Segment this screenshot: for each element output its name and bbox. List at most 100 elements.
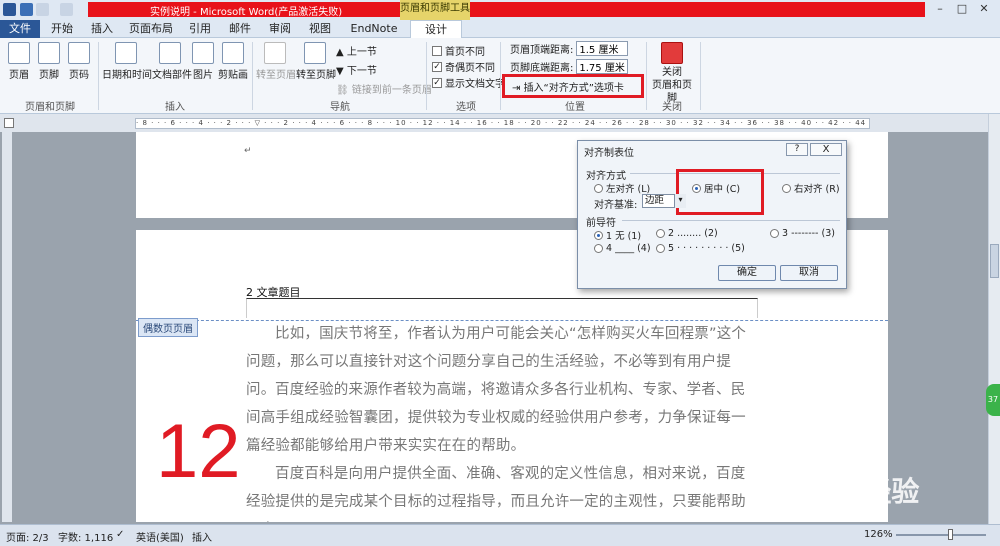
- ribbon-tabs: 文件 开始 插入 页面布局 引用 邮件 审阅 视图 EndNote X7 设计: [0, 20, 1000, 53]
- alignment-section-label: 对齐方式: [586, 171, 626, 182]
- footer-button[interactable]: 页脚: [36, 42, 62, 81]
- vertical-ruler[interactable]: [2, 132, 12, 522]
- side-badge-icon[interactable]: 37: [986, 384, 1000, 416]
- word-app-icon[interactable]: [3, 3, 16, 16]
- zoom-slider-knob[interactable]: [948, 529, 953, 540]
- leader-5-radio[interactable]: 5 · · · · · · · · · (5): [656, 243, 745, 254]
- tab-insert[interactable]: 插入: [84, 20, 120, 38]
- leader-3-radio[interactable]: 3 -------- (3): [770, 228, 835, 239]
- watermark-logo: Bai du 经验: [770, 476, 920, 507]
- doc-parts-button[interactable]: 文档部件: [152, 42, 192, 81]
- goto-footer-icon: [304, 42, 326, 64]
- clipart-icon: [222, 42, 244, 64]
- scroll-thumb[interactable]: [990, 244, 999, 278]
- minimize-icon[interactable]: –: [930, 2, 950, 17]
- close-header-footer-button[interactable]: 关闭 页眉和页脚: [648, 42, 696, 105]
- date-time-button[interactable]: 日期和时间: [102, 42, 152, 81]
- ok-button[interactable]: 确定: [718, 265, 776, 281]
- help-icon[interactable]: ?: [786, 143, 808, 156]
- word-count[interactable]: 字数: 1,116: [58, 529, 113, 544]
- header-top-input[interactable]: [576, 41, 629, 56]
- leader-2-radio[interactable]: 2 ........ (2): [656, 228, 718, 239]
- proofing-icon[interactable]: ✓: [116, 529, 124, 540]
- paragraph-3[interactable]: 百度百科是向用户提供全面、准确、客观的定义性信息，相对来说，百度经验提供的是完成…: [246, 460, 758, 522]
- group-label-navigation: 导航: [330, 102, 350, 113]
- even-page-header-tag: 偶数页页眉: [138, 318, 198, 337]
- align-left-radio[interactable]: 左对齐 (L): [594, 181, 650, 195]
- clipart-button[interactable]: 剪贴画: [218, 42, 248, 81]
- group-separator: [98, 42, 99, 110]
- tab-endnote[interactable]: EndNote X7: [342, 20, 406, 53]
- cancel-button[interactable]: 取消: [780, 265, 838, 281]
- leader-1-radio[interactable]: 1 无 (1): [594, 228, 641, 242]
- chevron-down-icon[interactable]: ▾: [674, 194, 686, 208]
- odd-even-diff-checkbox[interactable]: ✓ 奇偶页不同: [432, 59, 495, 74]
- tab-references[interactable]: 引用: [182, 20, 218, 38]
- maximize-icon[interactable]: □: [952, 2, 972, 17]
- page-number-button[interactable]: 页码: [66, 42, 92, 81]
- picture-button[interactable]: 图片: [190, 42, 216, 81]
- link-previous-button[interactable]: ⛓ 链接到前一条页眉: [336, 81, 432, 96]
- watermark-url: jingyan.baidu.com: [770, 506, 854, 516]
- redo-icon[interactable]: [60, 3, 73, 16]
- goto-footer-button[interactable]: 转至页脚: [296, 42, 336, 81]
- horizontal-ruler[interactable]: · 8 · · · 6 · · · 4 · · · 2 · · · ▽ · · …: [135, 118, 870, 129]
- leader-4-radio[interactable]: 4 ____ (4): [594, 243, 651, 254]
- zoom-level[interactable]: 126%: [864, 529, 893, 540]
- title-bar: 实例说明 - Microsoft Word(产品激活失败) 页眉和页脚工具 – …: [0, 0, 1000, 20]
- tab-review[interactable]: 审阅: [262, 20, 298, 38]
- page-number-icon: [68, 42, 90, 64]
- header-button[interactable]: 页眉: [6, 42, 32, 81]
- language-indicator[interactable]: 英语(美国): [136, 529, 184, 544]
- group-label-options: 选项: [456, 102, 476, 113]
- picture-icon: [192, 42, 214, 64]
- checkbox-checked: ✓: [432, 77, 442, 88]
- basis-label: 对齐基准:: [594, 200, 638, 211]
- radio-off: [770, 229, 779, 238]
- doc-parts-icon: [159, 42, 181, 64]
- align-right-radio[interactable]: 右对齐 (R): [782, 181, 840, 195]
- group-separator: [700, 42, 701, 110]
- page-number-annotation: 12: [156, 409, 241, 494]
- tab-selector-icon[interactable]: [4, 118, 14, 128]
- group-separator: [646, 42, 647, 110]
- dialog-title: 对齐制表位: [584, 148, 634, 159]
- prev-section-button[interactable]: ▲ 上一节: [336, 43, 377, 58]
- page-indicator[interactable]: 页面: 2/3: [6, 529, 49, 544]
- document-title: 实例说明 - Microsoft Word(产品激活失败): [150, 7, 343, 18]
- group-label-header-footer: 页眉和页脚: [25, 102, 75, 113]
- first-page-diff-checkbox[interactable]: 首页不同: [432, 43, 485, 58]
- radio-off: [656, 244, 665, 253]
- header-top-spinner[interactable]: 页眉顶端距离:: [510, 41, 629, 56]
- paragraph-mark: ↵: [244, 146, 252, 156]
- tab-home[interactable]: 开始: [44, 20, 80, 38]
- next-section-button[interactable]: ▼ 下一节: [336, 62, 377, 77]
- footer-bottom-spinner[interactable]: 页脚底端距离:: [510, 59, 629, 74]
- group-separator: [500, 42, 501, 110]
- title-redaction-right: [470, 2, 925, 17]
- goto-header-button[interactable]: 转至页眉: [256, 42, 296, 81]
- tab-mailings[interactable]: 邮件: [222, 20, 258, 38]
- radio-off: [782, 183, 791, 193]
- footer-bottom-input[interactable]: [576, 59, 629, 74]
- show-doc-text-checkbox[interactable]: ✓ 显示文档文字: [432, 75, 505, 90]
- paragraph-2[interactable]: 百度经验的来源作者较为高端，将邀请众多各行业机构、专家、学者、民间高手组成经验智…: [246, 376, 758, 460]
- group-label-insert: 插入: [165, 102, 185, 113]
- save-icon[interactable]: [20, 3, 33, 16]
- header-rule: [246, 298, 758, 318]
- vertical-scrollbar[interactable]: [988, 114, 1000, 524]
- footer-icon: [38, 42, 60, 64]
- insert-mode[interactable]: 插入: [192, 529, 212, 544]
- undo-icon[interactable]: [36, 3, 49, 16]
- tab-file[interactable]: 文件: [0, 20, 40, 38]
- tab-view[interactable]: 视图: [302, 20, 338, 38]
- tab-page-layout[interactable]: 页面布局: [124, 20, 178, 38]
- checkbox-checked: ✓: [432, 61, 442, 72]
- close-window-icon[interactable]: ✕: [974, 2, 994, 17]
- dialog-close-icon[interactable]: X: [810, 143, 842, 156]
- group-separator: [426, 42, 427, 110]
- zoom-slider[interactable]: [896, 534, 986, 536]
- group-label-position: 位置: [565, 102, 585, 113]
- highlight-box-center: [676, 169, 764, 215]
- tab-design[interactable]: 设计: [410, 20, 462, 39]
